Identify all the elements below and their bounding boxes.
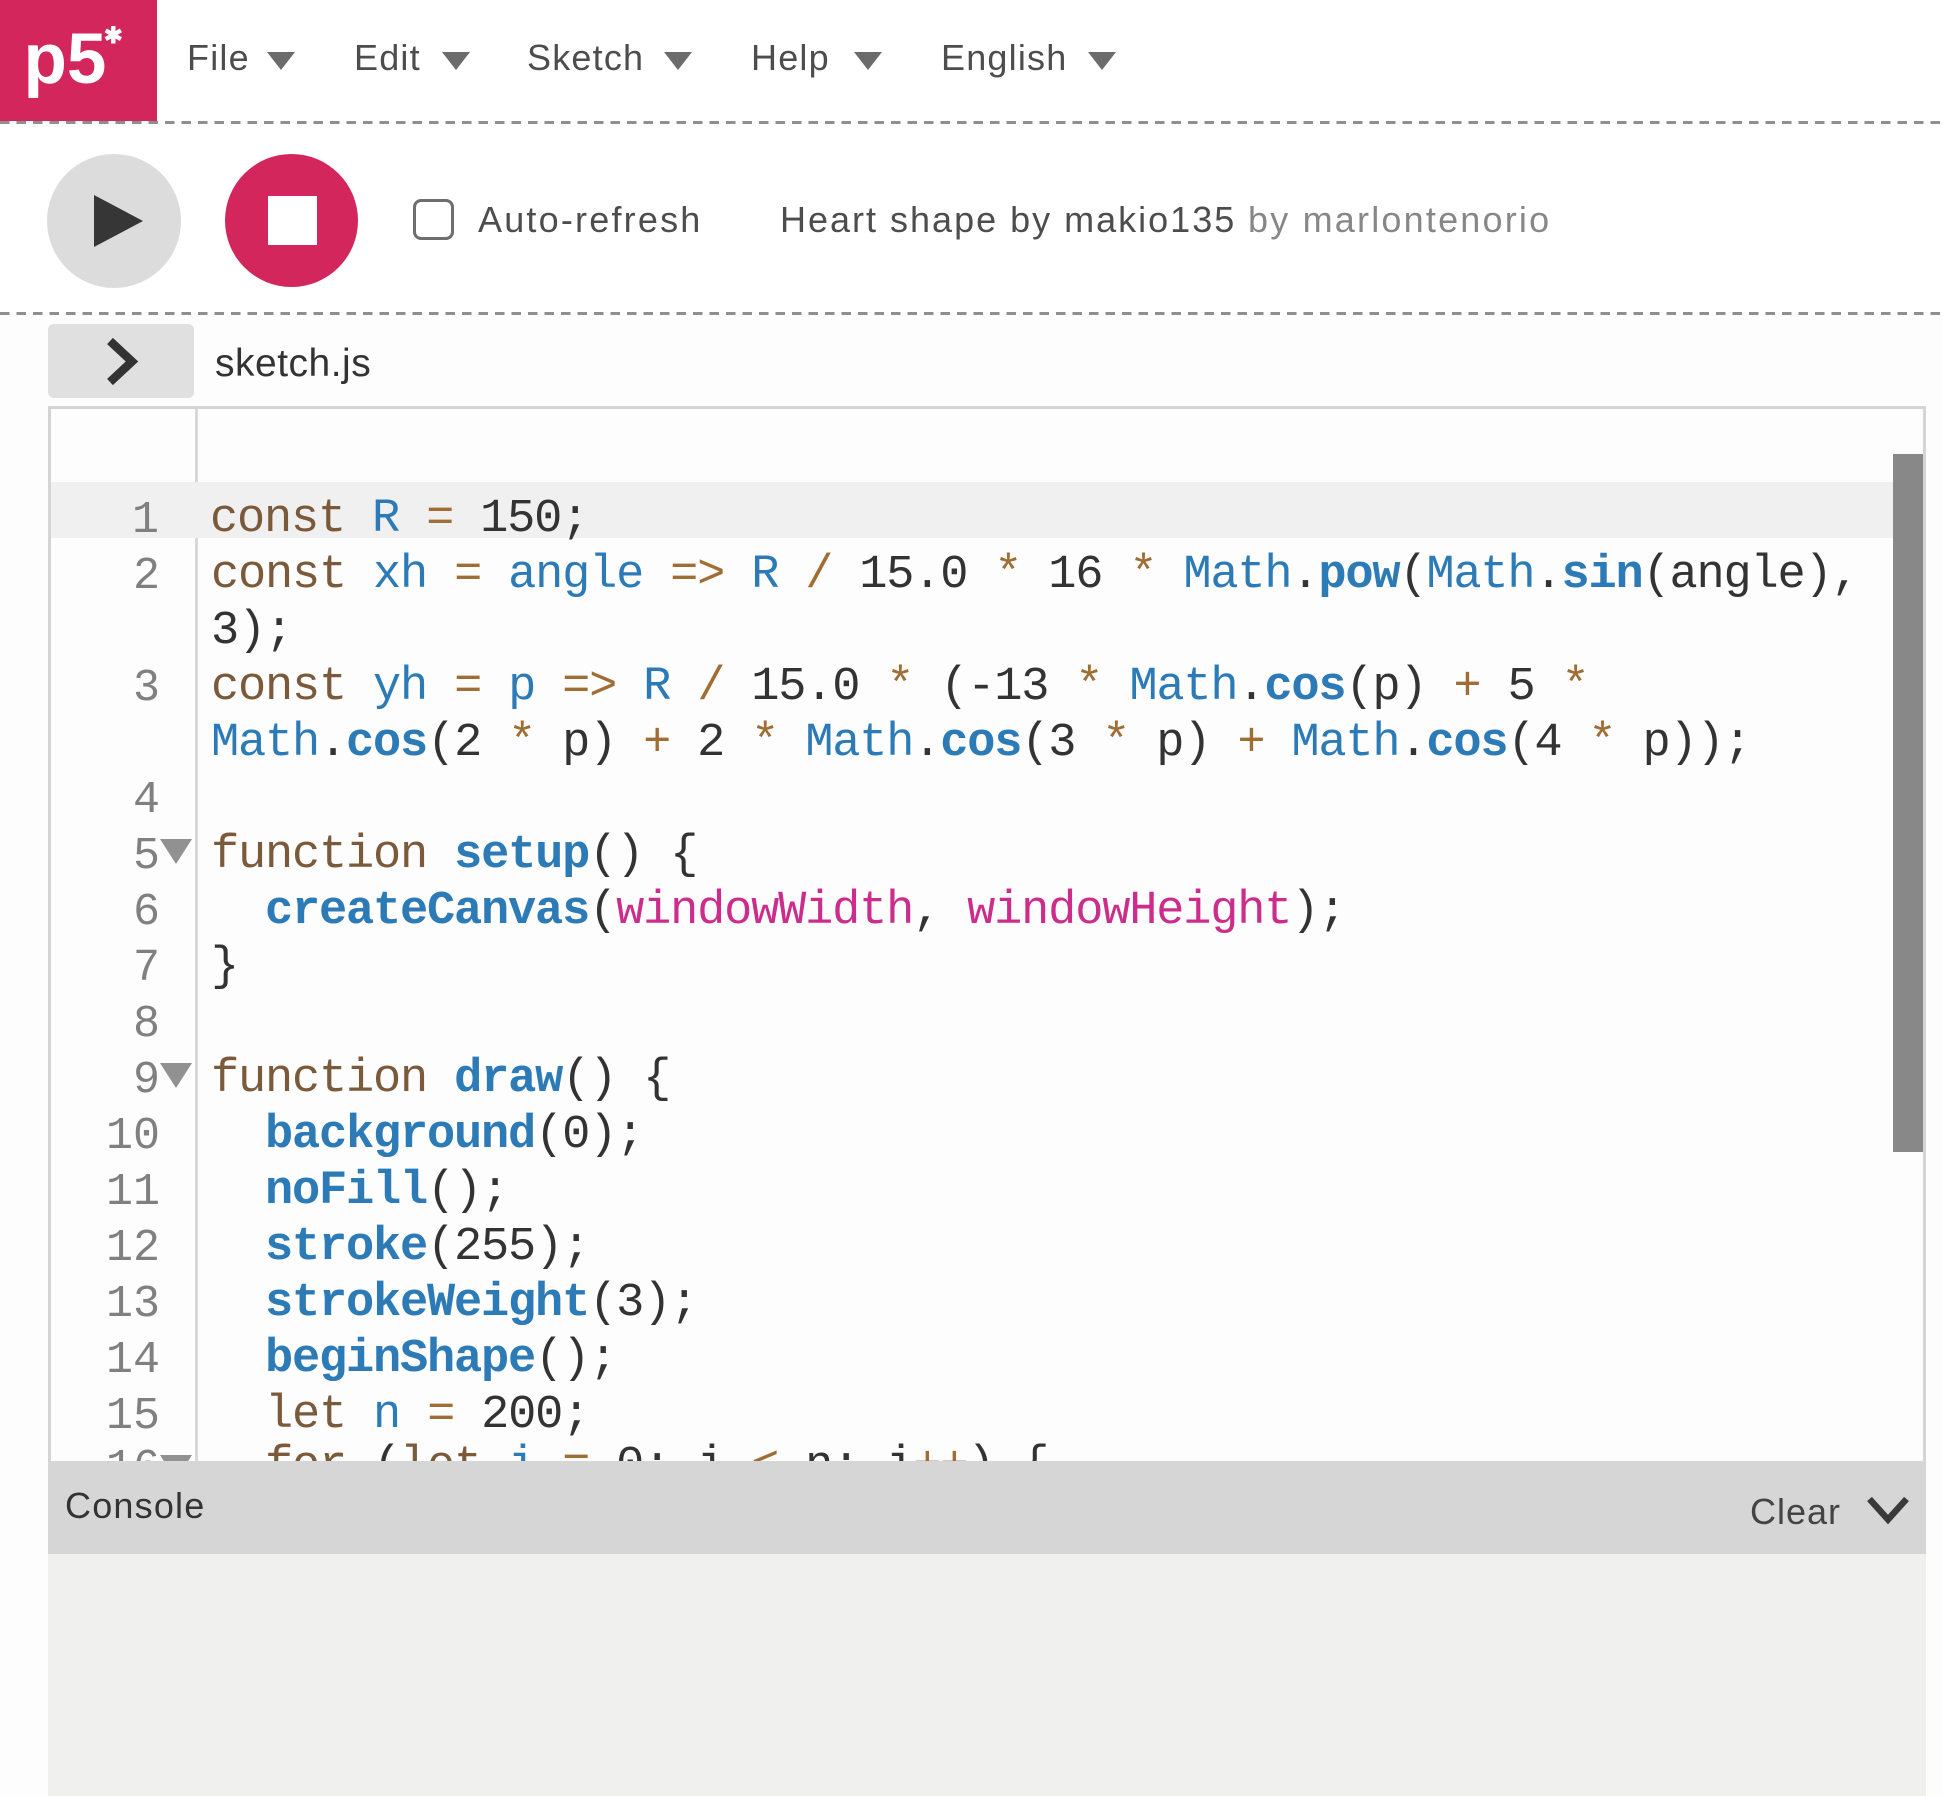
svg-text:p5: p5 <box>24 20 107 99</box>
